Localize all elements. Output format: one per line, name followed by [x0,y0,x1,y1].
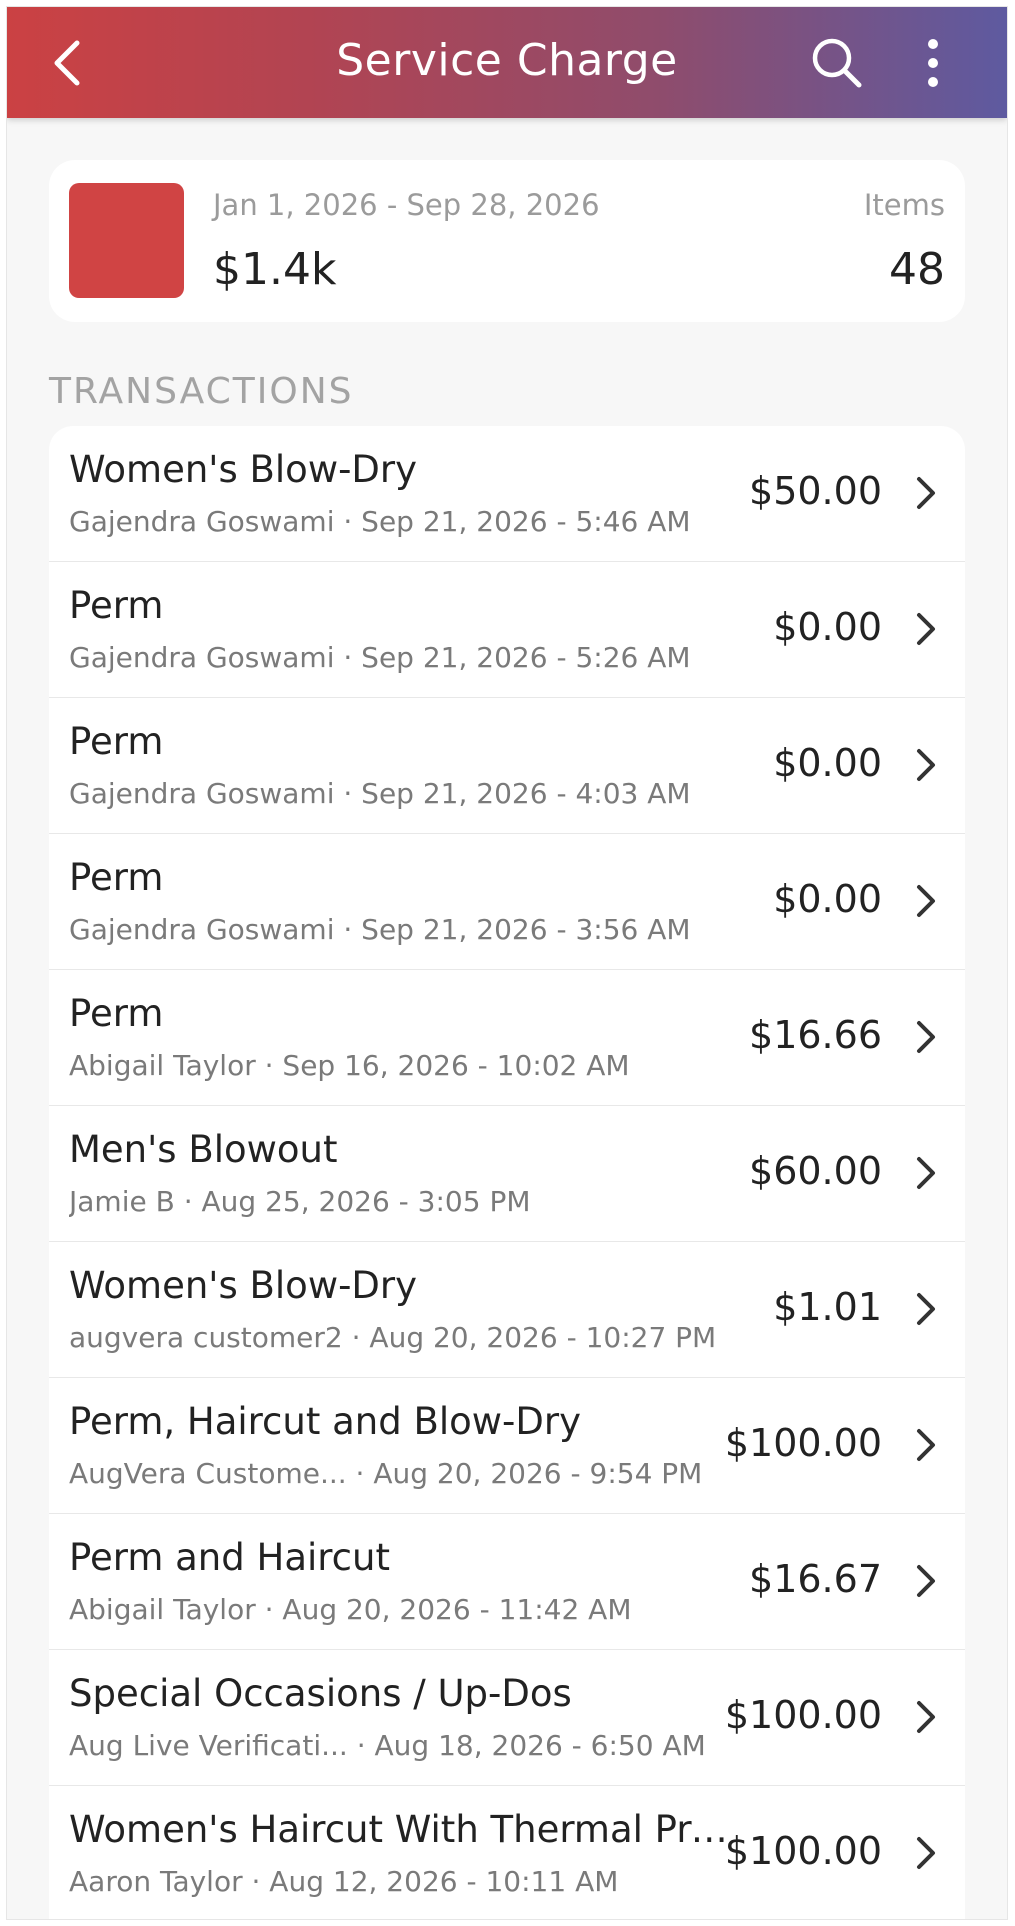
transaction-subtitle: Aaron Taylor · Aug 12, 2026 - 10:11 AM [69,1865,619,1898]
transaction-row[interactable]: Perm Gajendra Goswami · Sep 21, 2026 - 3… [49,834,965,970]
transaction-subtitle: Gajendra Goswami · Sep 21, 2026 - 4:03 A… [69,777,691,810]
transaction-amount: $1.01 [773,1285,882,1329]
transaction-row[interactable]: Women's Blow-Dry Gajendra Goswami · Sep … [49,426,965,562]
transaction-title: Perm [69,856,164,899]
transaction-amount: $0.00 [773,605,882,649]
transaction-subtitle: Aug Live Verificati... · Aug 18, 2026 - … [69,1729,706,1762]
transaction-row[interactable]: Men's Blowout Jamie B · Aug 25, 2026 - 3… [49,1106,965,1242]
chevron-right-icon [917,1701,935,1733]
transaction-row[interactable]: Perm Gajendra Goswami · Sep 21, 2026 - 5… [49,562,965,698]
chevron-left-icon[interactable] [45,37,93,89]
transaction-subtitle: Abigail Taylor · Aug 20, 2026 - 11:42 AM [69,1593,632,1626]
transaction-row[interactable]: Perm Abigail Taylor · Sep 16, 2026 - 10:… [49,970,965,1106]
chevron-right-icon [917,1565,935,1597]
date-range: Jan 1, 2026 - Sep 28, 2026 [213,188,600,222]
transaction-subtitle: augvera customer2 · Aug 20, 2026 - 10:27… [69,1321,717,1354]
transaction-title: Perm and Haircut [69,1536,390,1579]
page-title: Service Charge [336,35,678,86]
transaction-subtitle: AugVera Custome... · Aug 20, 2026 - 9:54… [69,1457,703,1490]
transaction-row[interactable]: Perm Gajendra Goswami · Sep 21, 2026 - 4… [49,698,965,834]
transaction-amount: $100.00 [724,1693,882,1737]
transaction-title: Special Occasions / Up-Dos [69,1672,572,1715]
transaction-amount: $0.00 [773,741,882,785]
total-amount: $1.4k [213,244,337,295]
transaction-amount: $16.67 [749,1557,882,1601]
transaction-amount: $100.00 [724,1421,882,1465]
chevron-right-icon [917,1837,935,1869]
transaction-row[interactable]: Perm, Haircut and Blow-Dry AugVera Custo… [49,1378,965,1514]
transaction-title: Women's Blow-Dry [69,1264,418,1307]
transaction-title: Women's Haircut With Thermal Pre... [69,1808,729,1851]
transaction-subtitle: Gajendra Goswami · Sep 21, 2026 - 5:46 A… [69,505,691,538]
items-label: Items [863,188,945,222]
transaction-row[interactable]: Special Occasions / Up-Dos Aug Live Veri… [49,1650,965,1786]
more-vertical-icon[interactable] [921,37,945,89]
chevron-right-icon [917,477,935,509]
transaction-subtitle: Abigail Taylor · Sep 16, 2026 - 10:02 AM [69,1049,630,1082]
transaction-title: Perm [69,720,164,763]
chevron-right-icon [917,1293,935,1325]
section-header-transactions: TRANSACTIONS [49,371,354,412]
transaction-amount: $60.00 [749,1149,882,1193]
transaction-row[interactable]: Perm and Haircut Abigail Taylor · Aug 20… [49,1514,965,1650]
chevron-right-icon [917,1157,935,1189]
transaction-title: Perm [69,584,164,627]
items-count: 48 [889,244,945,295]
transaction-row[interactable]: Women's Haircut With Thermal Pre... Aaro… [49,1786,965,1919]
chevron-right-icon [917,613,935,645]
transaction-row[interactable]: Women's Blow-Dry augvera customer2 · Aug… [49,1242,965,1378]
search-icon[interactable] [809,35,865,91]
app-screen: Service Charge Jan 1, 2026 - Sep 28, 202… [7,7,1007,1919]
transaction-amount: $100.00 [724,1829,882,1873]
summary-card: Jan 1, 2026 - Sep 28, 2026 $1.4k Items 4… [49,160,965,322]
transaction-amount: $0.00 [773,877,882,921]
transaction-subtitle: Jamie B · Aug 25, 2026 - 3:05 PM [69,1185,531,1218]
chevron-right-icon [917,1429,935,1461]
transaction-title: Men's Blowout [69,1128,338,1171]
chevron-right-icon [917,1021,935,1053]
transaction-subtitle: Gajendra Goswami · Sep 21, 2026 - 3:56 A… [69,913,691,946]
transaction-amount: $16.66 [749,1013,882,1057]
transaction-title: Perm, Haircut and Blow-Dry [69,1400,582,1443]
chevron-right-icon [917,885,935,917]
transaction-amount: $50.00 [749,469,882,513]
transaction-title: Women's Blow-Dry [69,448,418,491]
chevron-right-icon [917,749,935,781]
transactions-list: Women's Blow-Dry Gajendra Goswami · Sep … [49,426,965,1919]
color-swatch [69,183,184,298]
transaction-subtitle: Gajendra Goswami · Sep 21, 2026 - 5:26 A… [69,641,691,674]
transaction-title: Perm [69,992,164,1035]
app-bar: Service Charge [7,7,1007,118]
